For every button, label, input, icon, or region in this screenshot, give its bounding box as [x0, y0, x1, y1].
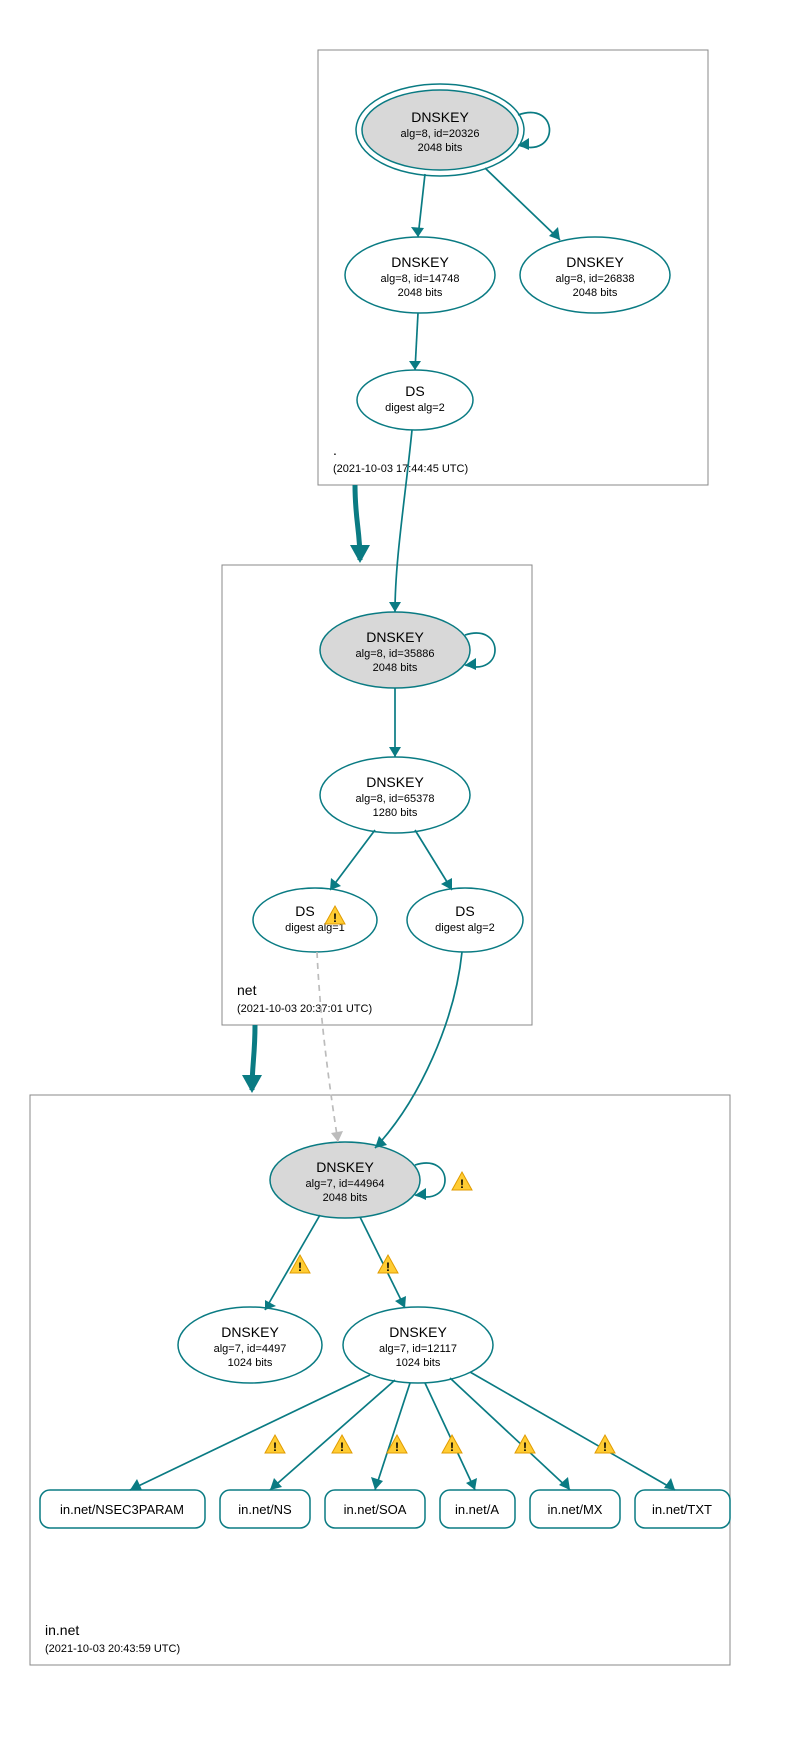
svg-text:in.net/SOA: in.net/SOA: [344, 1502, 407, 1517]
svg-text:1280 bits: 1280 bits: [373, 807, 418, 819]
svg-text:alg=8, id=14748: alg=8, id=14748: [381, 273, 460, 285]
svg-text:digest alg=2: digest alg=2: [435, 922, 495, 934]
rr-a[interactable]: in.net/A: [440, 1490, 515, 1528]
svg-text:DS: DS: [455, 903, 474, 919]
rr-ns[interactable]: in.net/NS: [220, 1490, 310, 1528]
svg-text:in.net/A: in.net/A: [455, 1502, 499, 1517]
svg-text:!: !: [603, 1440, 607, 1454]
svg-text:DNSKEY: DNSKEY: [366, 774, 424, 790]
svg-text:alg=7, id=44964: alg=7, id=44964: [306, 1178, 385, 1190]
node-net-zsk[interactable]: DNSKEY alg=8, id=65378 1280 bits: [320, 757, 470, 833]
rr-nsec3param[interactable]: in.net/NSEC3PARAM: [40, 1490, 205, 1528]
zone-net-timestamp: (2021-10-03 20:37:01 UTC): [237, 1003, 372, 1015]
svg-text:DNSKEY: DNSKEY: [566, 254, 624, 270]
svg-text:DS: DS: [405, 383, 424, 399]
svg-text:alg=8, id=20326: alg=8, id=20326: [401, 128, 480, 140]
svg-text:!: !: [450, 1440, 454, 1454]
svg-text:2048 bits: 2048 bits: [373, 662, 418, 674]
svg-text:1024 bits: 1024 bits: [228, 1357, 273, 1369]
node-root-zsk1[interactable]: DNSKEY alg=8, id=14748 2048 bits: [345, 237, 495, 313]
node-root-ksk[interactable]: DNSKEY alg=8, id=20326 2048 bits: [356, 84, 524, 176]
zone-innet-label: in.net: [45, 1622, 79, 1638]
warning-icon: !: [452, 1172, 472, 1191]
warning-icon: !: [265, 1435, 285, 1454]
svg-text:DNSKEY: DNSKEY: [391, 254, 449, 270]
warning-icon: !: [290, 1255, 310, 1274]
svg-text:2048 bits: 2048 bits: [573, 287, 618, 299]
warning-icon: !: [332, 1435, 352, 1454]
svg-text:DNSKEY: DNSKEY: [366, 629, 424, 645]
node-innet-zsk1[interactable]: DNSKEY alg=7, id=4497 1024 bits: [178, 1307, 322, 1383]
svg-text:alg=7, id=12117: alg=7, id=12117: [379, 1343, 457, 1355]
svg-text:!: !: [340, 1440, 344, 1454]
svg-text:alg=7, id=4497: alg=7, id=4497: [214, 1343, 287, 1355]
svg-text:alg=8, id=26838: alg=8, id=26838: [556, 273, 635, 285]
svg-text:alg=8, id=35886: alg=8, id=35886: [356, 648, 435, 660]
svg-text:in.net/MX: in.net/MX: [548, 1502, 603, 1517]
dnssec-graph: . (2021-10-03 17:44:45 UTC) DNSKEY alg=8…: [0, 0, 801, 1742]
node-root-zsk2[interactable]: DNSKEY alg=8, id=26838 2048 bits: [520, 237, 670, 313]
node-root-ds[interactable]: DS digest alg=2: [357, 370, 473, 430]
svg-text:!: !: [273, 1440, 277, 1454]
rr-soa[interactable]: in.net/SOA: [325, 1490, 425, 1528]
node-innet-ksk[interactable]: DNSKEY alg=7, id=44964 2048 bits: [270, 1142, 420, 1218]
svg-text:!: !: [395, 1440, 399, 1454]
zone-net-label: net: [237, 982, 257, 998]
svg-text:!: !: [386, 1260, 390, 1274]
node-net-ds1[interactable]: DS digest alg=1 !: [253, 888, 377, 952]
svg-text:!: !: [523, 1440, 527, 1454]
warning-icon: !: [442, 1435, 462, 1454]
svg-text:2048 bits: 2048 bits: [323, 1192, 368, 1204]
node-net-ksk[interactable]: DNSKEY alg=8, id=35886 2048 bits: [320, 612, 470, 688]
svg-text:2048 bits: 2048 bits: [418, 142, 463, 154]
svg-text:DNSKEY: DNSKEY: [389, 1324, 447, 1340]
node-net-ds2[interactable]: DS digest alg=2: [407, 888, 523, 952]
svg-text:in.net/NSEC3PARAM: in.net/NSEC3PARAM: [60, 1502, 184, 1517]
svg-text:DS: DS: [295, 903, 314, 919]
svg-text:!: !: [298, 1260, 302, 1274]
zone-root-timestamp: (2021-10-03 17:44:45 UTC): [333, 463, 468, 475]
svg-text:in.net/NS: in.net/NS: [238, 1502, 292, 1517]
svg-text:2048 bits: 2048 bits: [398, 287, 443, 299]
zone-root-label: .: [333, 442, 337, 458]
svg-text:!: !: [460, 1177, 464, 1191]
svg-text:in.net/TXT: in.net/TXT: [652, 1502, 712, 1517]
svg-text:DNSKEY: DNSKEY: [221, 1324, 279, 1340]
warning-icon: !: [515, 1435, 535, 1454]
svg-text:DNSKEY: DNSKEY: [411, 109, 469, 125]
svg-text:!: !: [333, 911, 337, 925]
rr-txt[interactable]: in.net/TXT: [635, 1490, 730, 1528]
svg-text:1024 bits: 1024 bits: [396, 1357, 441, 1369]
svg-text:alg=8, id=65378: alg=8, id=65378: [356, 793, 435, 805]
svg-text:DNSKEY: DNSKEY: [316, 1159, 374, 1175]
rr-mx[interactable]: in.net/MX: [530, 1490, 620, 1528]
zone-innet-timestamp: (2021-10-03 20:43:59 UTC): [45, 1643, 180, 1655]
svg-text:digest alg=2: digest alg=2: [385, 402, 445, 414]
warning-icon: !: [595, 1435, 615, 1454]
